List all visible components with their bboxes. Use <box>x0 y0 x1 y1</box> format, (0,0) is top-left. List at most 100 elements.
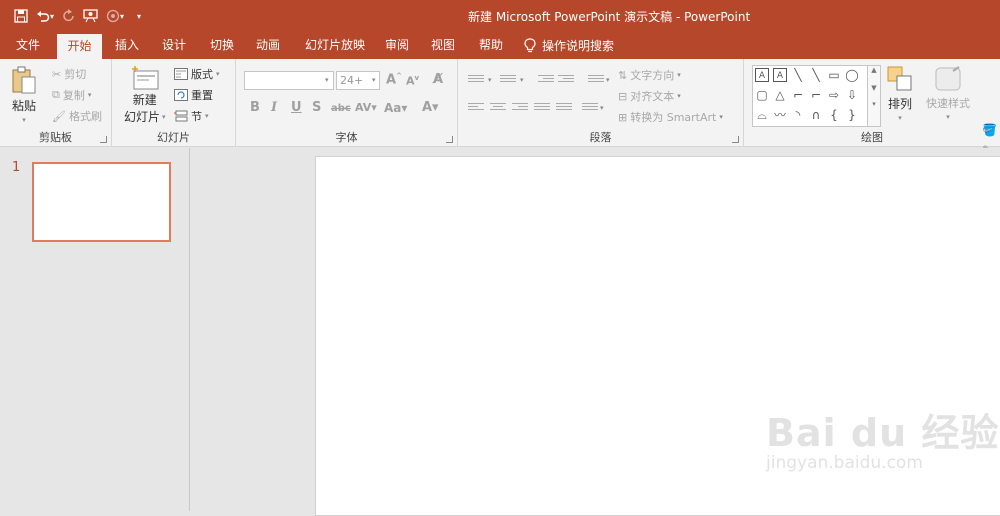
customize-icon[interactable]: ▾ <box>128 6 150 26</box>
bullets-dropdown-icon[interactable]: ▾ <box>488 76 492 84</box>
slide-number: 1 <box>12 160 21 175</box>
paragraph-align-dropdown-icon[interactable]: ▾ <box>600 104 604 112</box>
align-left-icon[interactable] <box>468 101 484 115</box>
tell-me-label: 操作说明搜索 <box>542 39 615 53</box>
tab-insert[interactable]: 插入 <box>108 32 146 59</box>
convert-smartart-button[interactable]: ⊞ 转换为 SmartArt ▾ <box>618 109 723 125</box>
rectangle-shape-icon[interactable]: ▭ <box>827 68 841 82</box>
tab-home[interactable]: 开始 <box>57 34 102 59</box>
clear-format-icon[interactable]: A̸ <box>433 72 443 87</box>
layout-button[interactable]: 版式 ▾ <box>174 66 220 82</box>
font-size-dropdown-icon[interactable]: ▾ <box>372 76 376 84</box>
freeform-shape-icon[interactable]: ⌓ <box>755 108 769 122</box>
text-direction-button[interactable]: ⇅ 文字方向 ▾ <box>618 67 681 83</box>
bullets-icon[interactable] <box>468 73 484 87</box>
increase-indent-icon[interactable] <box>558 73 574 87</box>
align-center-icon[interactable] <box>490 101 506 115</box>
font-launcher-icon[interactable] <box>446 136 453 143</box>
tab-design[interactable]: 设计 <box>155 32 193 59</box>
underline-icon[interactable]: U <box>291 100 302 115</box>
right-brace-shape-icon[interactable]: } <box>845 108 859 122</box>
cut-button[interactable]: ✂ 剪切 <box>52 66 86 82</box>
line-shape-icon[interactable]: ╲ <box>791 68 805 82</box>
left-brace-shape-icon[interactable]: { <box>827 108 841 122</box>
arrange-button[interactable]: 排列 ▾ <box>886 65 914 122</box>
rounded-rect-shape-icon[interactable]: ▢ <box>755 88 769 102</box>
increase-font-icon[interactable]: A^ <box>386 72 402 87</box>
reset-button[interactable]: 重置 <box>174 87 213 103</box>
triangle-shape-icon[interactable]: △ <box>773 88 787 102</box>
gallery-up-icon[interactable]: ▲ <box>868 66 880 74</box>
new-slide-button[interactable]: 新建 幻灯片 ▾ <box>124 65 166 125</box>
tell-me-search[interactable]: 操作说明搜索 <box>524 32 614 59</box>
decrease-indent-icon[interactable] <box>538 73 554 87</box>
arc-shape-icon[interactable]: ◝ <box>791 108 805 122</box>
elbow-connector-icon[interactable]: ⌐ <box>791 88 805 102</box>
tab-review[interactable]: 审阅 <box>378 32 416 59</box>
slide-thumbnail[interactable] <box>32 162 171 242</box>
format-painter-button[interactable]: 🖌 格式刷 <box>52 108 102 124</box>
align-text-button[interactable]: ⊟ 对齐文本 ▾ <box>618 88 681 104</box>
char-spacing-icon[interactable]: AV▾ <box>355 101 377 114</box>
scribble-shape-icon[interactable]: 〰 <box>773 108 787 122</box>
numbering-dropdown-icon[interactable]: ▾ <box>520 76 524 84</box>
vertical-textbox-shape-icon[interactable]: A <box>773 68 787 82</box>
font-color-icon[interactable]: A▾ <box>422 100 439 115</box>
quick-access-toolbar: ▾ ▾ ▾ <box>10 6 150 26</box>
quick-styles-icon <box>935 66 961 91</box>
decrease-font-icon[interactable]: Av <box>406 74 419 88</box>
down-arrow-shape-icon[interactable]: ⇩ <box>845 88 859 102</box>
paragraph-align-icon[interactable] <box>582 101 598 115</box>
shapes-gallery[interactable]: A A ╲ ╲ ▭ ◯ ▢ △ ⌐ ⌐ ⇨ ⇩ ⌓ 〰 ◝ ∩ { } <box>752 65 868 127</box>
redo-icon[interactable] <box>58 6 80 26</box>
textbox-shape-icon[interactable]: A <box>755 68 769 82</box>
copy-icon: ⧉ <box>52 88 60 101</box>
line-shape-2-icon[interactable]: ╲ <box>809 68 823 82</box>
curve-shape-icon[interactable]: ∩ <box>809 108 823 122</box>
tab-view[interactable]: 视图 <box>424 32 462 59</box>
shape-fill-icon[interactable]: 🪣 <box>982 123 997 137</box>
right-arrow-shape-icon[interactable]: ⇨ <box>827 88 841 102</box>
strikethrough-icon[interactable]: abc <box>331 103 351 114</box>
oval-shape-icon[interactable]: ◯ <box>845 68 859 82</box>
align-right-icon[interactable] <box>512 101 528 115</box>
change-case-icon[interactable]: Aa▾ <box>384 101 407 115</box>
tab-transitions[interactable]: 切换 <box>203 32 241 59</box>
elbow-arrow-icon[interactable]: ⌐ <box>809 88 823 102</box>
columns-icon[interactable] <box>556 101 572 115</box>
save-icon[interactable] <box>10 6 32 26</box>
gallery-more-icon[interactable]: ▾ <box>868 100 880 108</box>
italic-icon[interactable]: I <box>271 100 277 115</box>
copy-button[interactable]: ⧉ 复制 ▾ <box>52 87 91 103</box>
line-spacing-icon[interactable] <box>588 73 604 87</box>
font-name-dropdown-icon[interactable]: ▾ <box>325 76 329 84</box>
align-text-label: 对齐文本 <box>630 90 675 103</box>
justify-icon[interactable] <box>534 101 550 115</box>
paste-button[interactable]: 粘贴 ▾ <box>10 65 38 124</box>
paragraph-launcher-icon[interactable] <box>732 136 739 143</box>
numbering-icon[interactable] <box>500 73 516 87</box>
section-button[interactable]: 节 ▾ <box>174 108 209 124</box>
text-direction-dropdown-icon: ▾ <box>677 71 681 79</box>
shapes-gallery-scroll[interactable]: ▲ ▼ ▾ <box>868 65 881 127</box>
clipboard-group: 粘贴 ▾ ✂ 剪切 ⧉ 复制 ▾ 🖌 格式刷 剪贴板 <box>0 59 112 147</box>
line-spacing-dropdown-icon[interactable]: ▾ <box>606 76 610 84</box>
tab-animations[interactable]: 动画 <box>249 32 287 59</box>
font-name-combo[interactable] <box>244 71 334 90</box>
tab-file[interactable]: 文件 <box>6 32 50 59</box>
gallery-down-icon[interactable]: ▼ <box>868 84 880 92</box>
bold-icon[interactable]: B <box>250 100 260 115</box>
quick-styles-button[interactable]: 快速样式 ▾ <box>926 65 970 121</box>
tab-slideshow[interactable]: 幻灯片放映 <box>297 32 373 59</box>
undo-dropdown-icon[interactable]: ▾ <box>50 12 54 21</box>
shadow-icon[interactable]: S <box>312 100 321 115</box>
tab-help[interactable]: 帮助 <box>472 32 510 59</box>
touch-mode-icon[interactable] <box>102 6 124 26</box>
watermark: Bai du 经验 jingyan.baidu.com <box>766 402 999 473</box>
layout-label: 版式 <box>191 68 213 81</box>
format-painter-label: 格式刷 <box>68 110 102 123</box>
convert-smartart-dropdown-icon: ▾ <box>719 113 723 121</box>
start-slideshow-icon[interactable] <box>80 6 102 26</box>
font-group-label: 字体 <box>335 131 358 144</box>
clipboard-launcher-icon[interactable] <box>100 136 107 143</box>
